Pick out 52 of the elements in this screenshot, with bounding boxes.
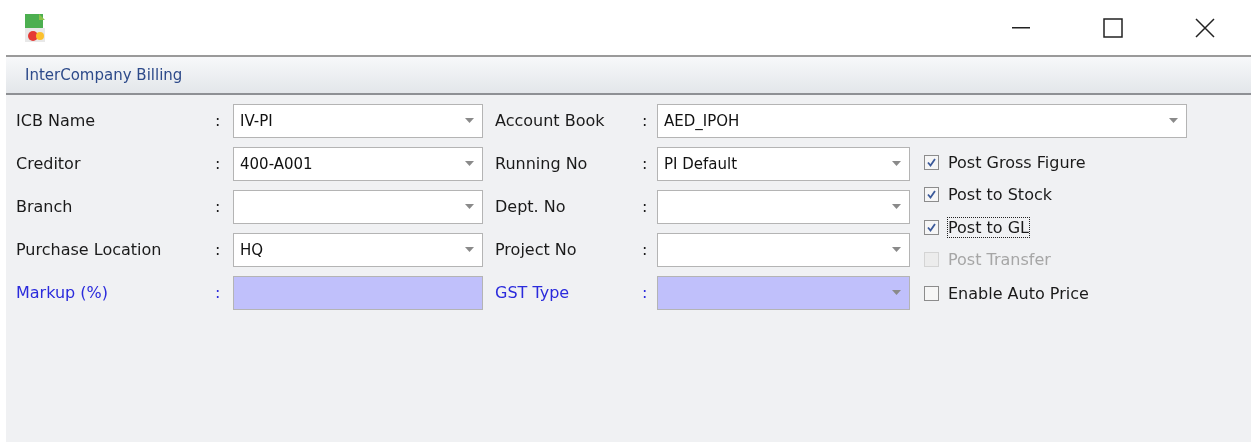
colon: : [215, 240, 222, 259]
dropdown-arrow-icon [892, 247, 901, 252]
checkbox[interactable] [924, 187, 939, 203]
dropdown-arrow-icon [465, 247, 474, 252]
colon: : [215, 283, 222, 302]
checkbox[interactable] [924, 286, 939, 301]
dropdown-arrow-icon [892, 161, 901, 166]
checkbox[interactable] [924, 219, 939, 235]
minimize-icon [1012, 26, 1030, 29]
field-label: Purchase Location [16, 240, 163, 259]
dropdown-field[interactable]: 400-A001 [233, 146, 483, 181]
field-label: GST Type [495, 283, 571, 302]
dropdown-arrow-icon [1169, 118, 1178, 123]
dropdown-arrow-icon [892, 204, 901, 209]
colon: : [642, 283, 649, 302]
colon: : [215, 111, 222, 130]
dropdown-field[interactable]: PI Default [657, 146, 910, 181]
colon: : [215, 154, 222, 173]
dropdown-field[interactable]: IV-PI [233, 103, 483, 138]
colon: : [642, 240, 649, 259]
colon: : [642, 197, 649, 216]
input-field[interactable] [233, 275, 483, 310]
dropdown-arrow-icon [892, 290, 901, 295]
dropdown-field[interactable]: AED_IPOH [657, 103, 1187, 138]
dropdown-arrow-icon [465, 161, 474, 166]
dropdown-arrow-icon [465, 204, 474, 209]
field-label: Running No [495, 154, 589, 173]
dropdown-field[interactable]: HQ [233, 232, 483, 267]
dropdown-field[interactable] [657, 275, 910, 310]
checkbox-label: Post Gross Figure [948, 152, 1086, 172]
checkbox-label: Enable Auto Price [948, 284, 1089, 303]
panel-title: InterCompany Billing [25, 66, 183, 84]
dropdown-field[interactable] [657, 232, 910, 267]
close-icon [1195, 17, 1215, 38]
dropdown-field[interactable] [233, 189, 483, 224]
colon: : [642, 111, 649, 130]
maximize-icon [1103, 17, 1123, 38]
dropdown-arrow-icon [465, 118, 474, 123]
checkbox[interactable] [924, 154, 939, 170]
checkbox-label: Post to GL [948, 217, 1030, 237]
dropdown-field[interactable] [657, 189, 910, 224]
field-label: Account Book [495, 111, 606, 130]
field-label: Markup (%) [16, 283, 110, 302]
colon: : [215, 197, 222, 216]
field-label: ICB Name [16, 111, 97, 130]
field-label: Creditor [16, 154, 82, 173]
field-label: Project No [495, 240, 578, 259]
checkbox-label: Post Transfer [948, 250, 1051, 270]
colon: : [642, 154, 649, 173]
checkbox-label: Post to Stock [948, 185, 1052, 205]
field-label: Dept. No [495, 197, 567, 216]
field-label: Branch [16, 197, 74, 216]
